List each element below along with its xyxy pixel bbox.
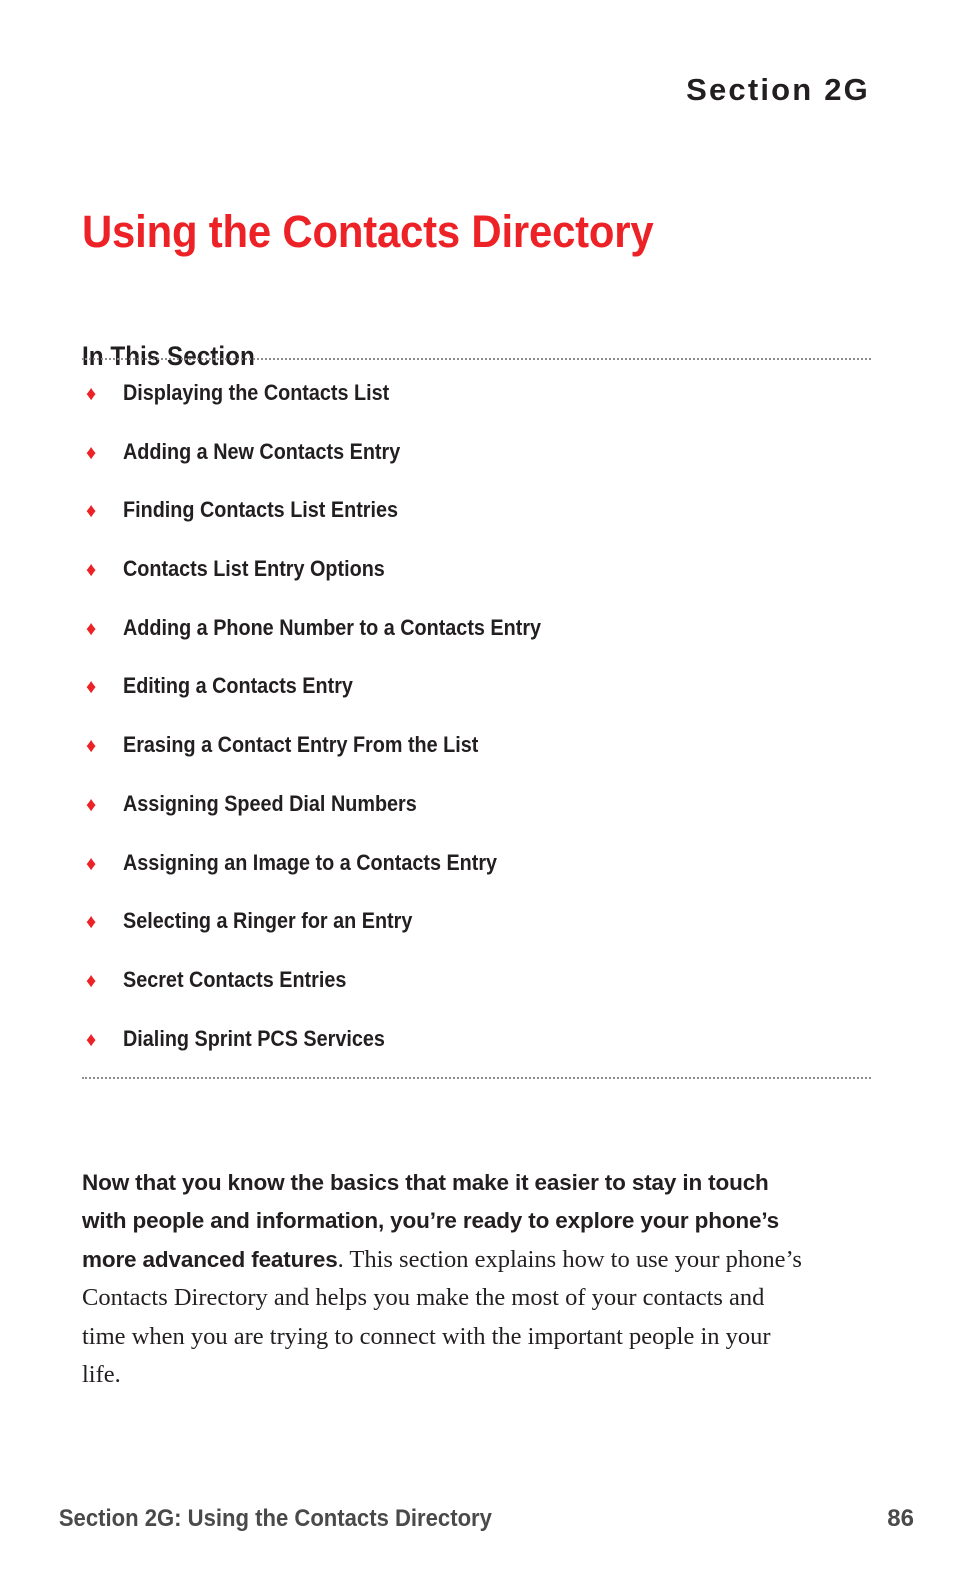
list-item-label: Contacts List Entry Options [123,556,385,582]
in-this-section-list: ♦ Displaying the Contacts List ♦ Adding a N… [82,380,882,1084]
list-item-label: Finding Contacts List Entries [123,497,399,523]
diamond-bullet-icon: ♦ [86,793,97,816]
list-item-label: Adding a New Contacts Entry [123,438,401,464]
list-item[interactable]: ♦ Displaying the Contacts List [82,380,882,439]
diamond-bullet-icon: ♦ [86,1028,97,1051]
diamond-bullet-icon: ♦ [86,911,97,934]
divider-bottom [82,1077,871,1079]
running-head: Section 2G [686,72,870,107]
list-item[interactable]: ♦ Selecting a Ringer for an Entry [82,908,882,967]
diamond-bullet-icon: ♦ [86,500,97,523]
diamond-bullet-icon: ♦ [86,617,97,640]
list-item[interactable]: ♦ Adding a Phone Number to a Contacts Ent… [82,615,882,674]
diamond-bullet-icon: ♦ [86,969,97,992]
list-item[interactable]: ♦ Erasing a Contact Entry From the List [82,732,882,791]
footer-section-label: Section 2G: Using the Contacts Directory [58,1505,492,1532]
diamond-bullet-icon: ♦ [86,676,97,699]
page-number: 86 [887,1505,914,1532]
list-item[interactable]: ♦ Assigning an Image to a Contacts Entry [82,850,882,909]
list-item[interactable]: ♦ Contacts List Entry Options [82,556,882,615]
diamond-bullet-icon: ♦ [86,852,97,875]
divider-top [82,358,871,360]
intro-paragraph: Now that you know the basics that make i… [82,1164,802,1395]
list-item[interactable]: ♦ Finding Contacts List Entries [82,497,882,556]
list-item-label: Editing a Contacts Entry [123,673,353,699]
list-item-label: Assigning an Image to a Contacts Entry [123,849,498,875]
section-heading: In This Section [82,341,255,372]
list-item[interactable]: ♦ Assigning Speed Dial Numbers [82,791,882,850]
list-item-label: Displaying the Contacts List [123,380,390,405]
list-item-label: Assigning Speed Dial Numbers [123,790,417,816]
document-page: Section 2G Using the Contacts Directory … [0,0,954,1590]
list-item[interactable]: ♦ Secret Contacts Entries [82,967,882,1026]
diamond-bullet-icon: ♦ [86,383,97,405]
list-item[interactable]: ♦ Editing a Contacts Entry [82,673,882,732]
list-item[interactable]: ♦ Dialing Sprint PCS Services [82,1026,882,1085]
diamond-bullet-icon: ♦ [86,735,97,758]
list-item-label: Erasing a Contact Entry From the List [123,732,479,758]
page-footer: Section 2G: Using the Contacts Directory… [40,1505,914,1533]
list-item-label: Selecting a Ringer for an Entry [123,908,413,934]
diamond-bullet-icon: ♦ [86,559,97,582]
diamond-bullet-icon: ♦ [86,441,97,464]
list-item-label: Secret Contacts Entries [123,966,347,992]
list-item[interactable]: ♦ Adding a New Contacts Entry [82,439,882,498]
list-item-label: Dialing Sprint PCS Services [123,1025,385,1051]
page-title: Using the Contacts Directory [82,206,654,258]
list-item-label: Adding a Phone Number to a Contacts Entr… [123,614,542,640]
